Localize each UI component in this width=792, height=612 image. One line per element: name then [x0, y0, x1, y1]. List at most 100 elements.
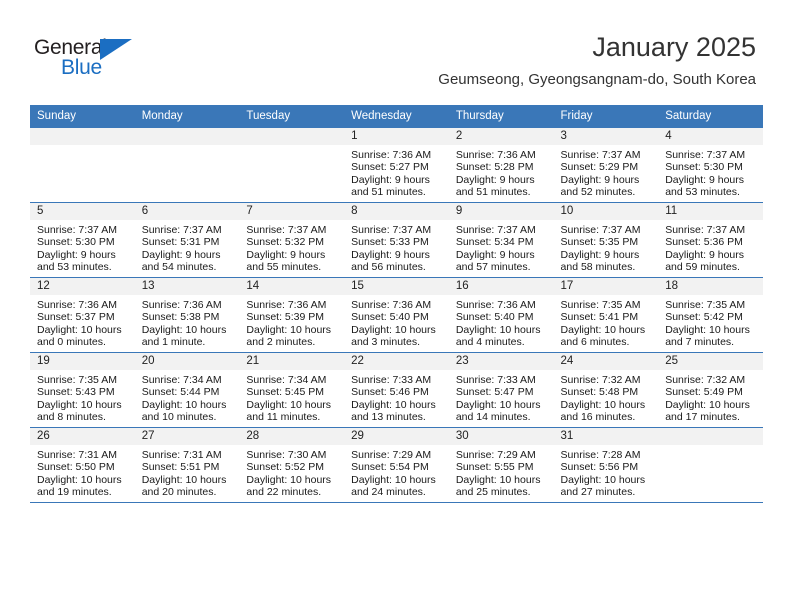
calendar-day-cell[interactable]: 26 Sunrise: 7:31 AM Sunset: 5:50 PM Dayligh… — [30, 427, 135, 503]
day-number: 17 — [553, 278, 659, 295]
calendar-day-cell[interactable]: 12 Sunrise: 7:36 AM Sunset: 5:37 PM Dayligh… — [30, 277, 135, 353]
day-sun-info: Sunrise: 7:32 AM Sunset: 5:49 PM Daylight:… — [658, 370, 763, 424]
day-info-daylight-line2: and 1 minute. — [141, 336, 206, 349]
day-info-daylight-line1: Daylight: 10 hours — [560, 323, 646, 336]
day-number — [658, 428, 763, 445]
day-info-sunset: Sunset: 5:35 PM — [560, 236, 639, 249]
calendar-day-cell[interactable]: 2 Sunrise: 7:36 AM Sunset: 5:28 PM Daylight… — [448, 128, 554, 203]
calendar-day-cell[interactable]: 27 Sunrise: 7:31 AM Sunset: 5:51 PM Dayligh… — [134, 427, 240, 503]
day-number: 12 — [30, 278, 135, 295]
day-info-daylight-line2: and 54 minutes. — [141, 261, 217, 274]
day-sun-info: Sunrise: 7:34 AM Sunset: 5:44 PM Daylight:… — [135, 370, 240, 424]
calendar-day-cell[interactable]: 5 Sunrise: 7:37 AM Sunset: 5:30 PM Daylight… — [30, 202, 135, 278]
day-cell-inner: 20 Sunrise: 7:34 AM Sunset: 5:44 PM Dayligh… — [134, 353, 240, 427]
day-info-daylight-line1: Daylight: 10 hours — [665, 398, 750, 411]
calendar-day-cell[interactable]: 13 Sunrise: 7:36 AM Sunset: 5:38 PM Dayligh… — [134, 277, 240, 353]
calendar-body: 1 Sunrise: 7:36 AM Sunset: 5:27 PM Daylight… — [30, 128, 763, 503]
weekday-header-thursday: Thursday — [448, 105, 554, 128]
day-info-daylight-line1: Daylight: 10 hours — [351, 323, 436, 336]
day-info-sunrise: Sunrise: 7:32 AM — [665, 374, 746, 386]
day-sun-info: Sunrise: 7:29 AM Sunset: 5:54 PM Daylight:… — [344, 445, 449, 499]
day-info-sunrise: Sunrise: 7:37 AM — [665, 224, 746, 236]
day-info-sunrise: Sunrise: 7:31 AM — [37, 449, 117, 461]
day-sun-info: Sunrise: 7:33 AM Sunset: 5:47 PM Daylight:… — [449, 370, 554, 424]
day-info-daylight-line1: Daylight: 10 hours — [455, 473, 541, 486]
day-cell-inner: 29 Sunrise: 7:29 AM Sunset: 5:54 PM Dayligh… — [344, 428, 449, 502]
day-info-sunrise: Sunrise: 7:37 AM — [560, 224, 641, 236]
calendar-day-cell[interactable]: 11 Sunrise: 7:37 AM Sunset: 5:36 PM Dayligh… — [658, 202, 763, 278]
calendar-day-cell[interactable]: 7 Sunrise: 7:37 AM Sunset: 5:32 PM Daylight… — [239, 202, 345, 278]
day-cell-inner: 15 Sunrise: 7:36 AM Sunset: 5:40 PM Dayligh… — [344, 278, 449, 352]
calendar-day-cell[interactable]: 30 Sunrise: 7:29 AM Sunset: 5:55 PM Dayligh… — [448, 427, 554, 503]
calendar-week-row: 1 Sunrise: 7:36 AM Sunset: 5:27 PM Daylight… — [30, 128, 763, 203]
day-info-sunrise: Sunrise: 7:34 AM — [246, 374, 327, 386]
day-info-daylight-line1: Daylight: 10 hours — [246, 398, 332, 411]
calendar-day-cell[interactable]: 15 Sunrise: 7:36 AM Sunset: 5:40 PM Dayligh… — [344, 277, 449, 353]
day-cell-inner — [134, 128, 240, 202]
day-info-daylight-line1: Daylight: 9 hours — [141, 248, 221, 261]
day-cell-inner: 25 Sunrise: 7:32 AM Sunset: 5:49 PM Dayligh… — [658, 353, 763, 427]
calendar-day-cell[interactable]: 31 Sunrise: 7:28 AM Sunset: 5:56 PM Dayligh… — [553, 427, 659, 503]
calendar-day-cell[interactable]: 21 Sunrise: 7:34 AM Sunset: 5:45 PM Dayligh… — [239, 352, 345, 428]
day-number: 1 — [344, 128, 449, 145]
calendar-day-cell[interactable]: 29 Sunrise: 7:29 AM Sunset: 5:54 PM Dayligh… — [344, 427, 449, 503]
day-info-daylight-line1: Daylight: 9 hours — [665, 173, 745, 186]
day-info-sunrise: Sunrise: 7:33 AM — [455, 374, 536, 386]
page-title: January 2025 — [592, 32, 756, 62]
day-info-sunrise: Sunrise: 7:37 AM — [37, 224, 117, 236]
calendar-day-cell[interactable]: 22 Sunrise: 7:33 AM Sunset: 5:46 PM Dayligh… — [344, 352, 449, 428]
calendar-day-cell[interactable]: 9 Sunrise: 7:37 AM Sunset: 5:34 PM Daylight… — [448, 202, 554, 278]
calendar-week-row: 12 Sunrise: 7:36 AM Sunset: 5:37 PM Dayligh… — [30, 277, 763, 353]
day-sun-info: Sunrise: 7:36 AM Sunset: 5:40 PM Daylight:… — [344, 295, 449, 349]
calendar-day-cell[interactable]: 25 Sunrise: 7:32 AM Sunset: 5:49 PM Dayligh… — [658, 352, 763, 428]
day-info-daylight-line1: Daylight: 10 hours — [141, 323, 227, 336]
day-number: 29 — [344, 428, 449, 445]
day-info-daylight-line1: Daylight: 10 hours — [246, 473, 332, 486]
day-number: 31 — [553, 428, 659, 445]
day-info-daylight-line1: Daylight: 10 hours — [351, 473, 436, 486]
calendar-day-cell[interactable]: 24 Sunrise: 7:32 AM Sunset: 5:48 PM Dayligh… — [553, 352, 659, 428]
day-info-sunset: Sunset: 5:39 PM — [246, 311, 325, 324]
calendar-day-cell[interactable]: 28 Sunrise: 7:30 AM Sunset: 5:52 PM Dayligh… — [239, 427, 345, 503]
day-number: 24 — [553, 353, 659, 370]
calendar-day-cell[interactable]: 8 Sunrise: 7:37 AM Sunset: 5:33 PM Daylight… — [344, 202, 449, 278]
calendar-day-cell[interactable]: 3 Sunrise: 7:37 AM Sunset: 5:29 PM Daylight… — [553, 128, 659, 203]
calendar-day-cell[interactable]: 1 Sunrise: 7:36 AM Sunset: 5:27 PM Daylight… — [344, 128, 449, 203]
calendar-day-cell[interactable]: 4 Sunrise: 7:37 AM Sunset: 5:30 PM Daylight… — [658, 128, 763, 203]
day-sun-info: Sunrise: 7:34 AM Sunset: 5:45 PM Daylight:… — [239, 370, 344, 424]
calendar-day-cell[interactable]: 16 Sunrise: 7:36 AM Sunset: 5:40 PM Dayligh… — [448, 277, 554, 353]
day-sun-info — [30, 145, 135, 149]
day-info-daylight-line1: Daylight: 9 hours — [246, 248, 326, 261]
day-cell-inner: 9 Sunrise: 7:37 AM Sunset: 5:34 PM Daylight… — [448, 203, 554, 277]
calendar-day-cell[interactable]: 19 Sunrise: 7:35 AM Sunset: 5:43 PM Dayligh… — [30, 352, 135, 428]
day-info-daylight-line2: and 22 minutes. — [246, 486, 322, 499]
day-sun-info — [239, 145, 344, 149]
calendar-day-cell[interactable]: 20 Sunrise: 7:34 AM Sunset: 5:44 PM Dayligh… — [134, 352, 240, 428]
calendar-day-cell[interactable]: 17 Sunrise: 7:35 AM Sunset: 5:41 PM Dayligh… — [553, 277, 659, 353]
day-sun-info: Sunrise: 7:36 AM Sunset: 5:28 PM Daylight:… — [449, 145, 554, 199]
day-info-sunrise: Sunrise: 7:36 AM — [455, 299, 536, 311]
day-info-sunset: Sunset: 5:44 PM — [141, 386, 220, 399]
day-cell-inner: 19 Sunrise: 7:35 AM Sunset: 5:43 PM Dayligh… — [30, 353, 135, 427]
day-info-daylight-line2: and 25 minutes. — [455, 486, 531, 499]
day-number: 14 — [239, 278, 345, 295]
calendar-day-cell[interactable]: 6 Sunrise: 7:37 AM Sunset: 5:31 PM Daylight… — [134, 202, 240, 278]
calendar-day-cell[interactable]: 14 Sunrise: 7:36 AM Sunset: 5:39 PM Dayligh… — [239, 277, 345, 353]
general-blue-logo[interactable]: General Blue — [34, 36, 184, 86]
day-info-daylight-line1: Daylight: 10 hours — [560, 473, 646, 486]
day-sun-info: Sunrise: 7:37 AM Sunset: 5:30 PM Daylight:… — [658, 145, 763, 199]
day-number: 27 — [134, 428, 240, 445]
calendar-day-cell[interactable]: 10 Sunrise: 7:37 AM Sunset: 5:35 PM Dayligh… — [553, 202, 659, 278]
day-cell-inner: 28 Sunrise: 7:30 AM Sunset: 5:52 PM Dayligh… — [239, 428, 345, 502]
day-number: 16 — [448, 278, 554, 295]
day-sun-info: Sunrise: 7:36 AM Sunset: 5:40 PM Daylight:… — [449, 295, 554, 349]
day-number: 28 — [239, 428, 345, 445]
day-sun-info: Sunrise: 7:37 AM Sunset: 5:33 PM Daylight:… — [344, 220, 449, 274]
day-info-daylight-line2: and 16 minutes. — [560, 411, 636, 424]
calendar-day-cell[interactable]: 18 Sunrise: 7:35 AM Sunset: 5:42 PM Dayligh… — [658, 277, 763, 353]
calendar-day-cell[interactable]: 23 Sunrise: 7:33 AM Sunset: 5:47 PM Dayligh… — [448, 352, 554, 428]
day-info-daylight-line2: and 51 minutes. — [351, 186, 426, 199]
day-number — [30, 128, 135, 145]
day-sun-info: Sunrise: 7:31 AM Sunset: 5:50 PM Daylight:… — [30, 445, 135, 499]
day-number: 30 — [448, 428, 554, 445]
